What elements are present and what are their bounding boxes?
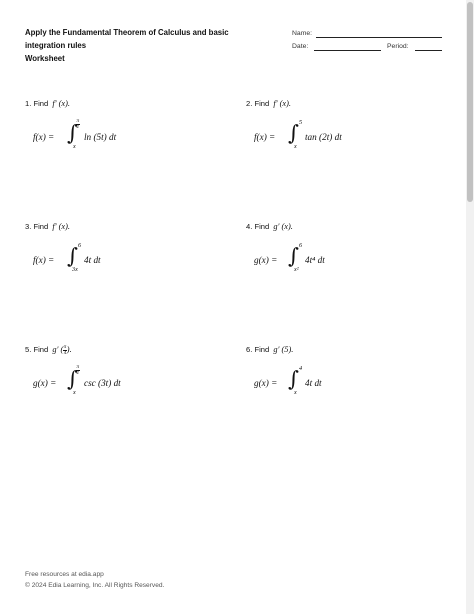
function-lhs: f(x) = <box>254 132 276 142</box>
worksheet-title: Apply the Fundamental Theorem of Calculu… <box>25 26 265 65</box>
date-label: Date: <box>292 43 309 50</box>
title-line-1: Apply the Fundamental Theorem of Calculu… <box>25 28 229 37</box>
problem-number: 4. <box>246 222 253 231</box>
upper-limit: 6 <box>78 242 82 249</box>
vertical-scrollbar[interactable] <box>466 0 474 614</box>
function-definition: g(x) = ∫ 6 x² 4t⁴ dt <box>254 242 446 279</box>
function-lhs: g(x) = <box>254 378 278 388</box>
footer-copyright-text: © 2024 Edia Learning, Inc. All Rights Re… <box>25 582 165 589</box>
integrand: ln (5t) dt <box>84 132 117 142</box>
integral-sign: ∫ <box>288 244 299 268</box>
problem-4: 4. Find g′ (x). g(x) = ∫ 6 x² 4t⁴ dt <box>246 221 446 279</box>
derivative-target: g′ (x). <box>273 222 293 231</box>
function-lhs: g(x) = <box>33 378 57 388</box>
integrand: 4t dt <box>305 378 322 388</box>
lower-limit: x <box>73 389 76 396</box>
lower-limit: x <box>294 143 297 150</box>
lower-limit: x² <box>294 266 299 273</box>
problem-prompt: 2. Find f′ (x). <box>246 98 446 110</box>
function-definition: g(x) = ∫ 4 x 4t dt <box>254 365 446 402</box>
derivative-target: g′ (π 4). <box>52 344 72 356</box>
function-definition: f(x) = ∫ 6 3x 4t dt <box>33 242 225 279</box>
problem-number: 3. <box>25 222 32 231</box>
upper-limit: π2 <box>76 365 80 376</box>
worksheet-subtitle: Worksheet <box>25 54 65 63</box>
worksheet-page: Apply the Fundamental Theorem of Calculu… <box>0 0 474 614</box>
title-line-2: integration rules <box>25 41 87 50</box>
integrand: csc (3t) dt <box>84 378 121 388</box>
problem-prompt: 5. Find g′ (π 4). <box>25 344 225 356</box>
derivative-target: f′ (x). <box>52 99 71 108</box>
name-field-line[interactable] <box>316 37 442 38</box>
function-lhs: f(x) = <box>33 132 55 142</box>
integrand: 4t dt <box>84 255 101 265</box>
name-label: Name: <box>292 30 313 37</box>
problem-number: 5. <box>25 345 32 354</box>
derivative-target: f′ (x). <box>273 99 292 108</box>
upper-limit: 5 <box>299 119 303 126</box>
function-definition: g(x) = ∫ π2 x csc (3t) dt <box>33 365 225 402</box>
derivative-target: g′ (5). <box>273 345 294 354</box>
problem-prompt: 1. Find f′ (x). <box>25 98 225 110</box>
scrollbar-thumb[interactable] <box>467 2 473 202</box>
find-word: Find <box>254 222 270 231</box>
find-word: Find <box>33 222 49 231</box>
find-word: Find <box>33 99 49 108</box>
upper-limit: 4 <box>299 365 303 372</box>
footer-resources-text: Free resources at edia.app <box>25 571 104 578</box>
lower-limit: x <box>294 389 297 396</box>
problem-1: 1. Find f′ (x). f(x) = ∫ π2 x ln (5t) dt <box>25 98 225 156</box>
upper-limit: 6 <box>299 242 303 249</box>
period-label: Period: <box>387 43 409 50</box>
problem-2: 2. Find f′ (x). f(x) = ∫ 5 x tan (2t) dt <box>246 98 446 156</box>
integral-sign: ∫ <box>67 244 78 268</box>
function-definition: f(x) = ∫ 5 x tan (2t) dt <box>254 119 446 156</box>
problem-prompt: 4. Find g′ (x). <box>246 221 446 233</box>
function-lhs: f(x) = <box>33 255 55 265</box>
date-field-line[interactable] <box>314 50 381 51</box>
integral-sign: ∫ <box>288 367 299 391</box>
find-word: Find <box>33 345 49 354</box>
function-definition: f(x) = ∫ π2 x ln (5t) dt <box>33 119 225 156</box>
lower-limit: x <box>73 143 76 150</box>
problem-3: 3. Find f′ (x). f(x) = ∫ 6 3x 4t dt <box>25 221 225 279</box>
integrand: 4t⁴ dt <box>305 255 325 265</box>
integral-sign: ∫ <box>288 121 299 145</box>
problem-number: 2. <box>246 99 253 108</box>
problem-number: 6. <box>246 345 253 354</box>
function-lhs: g(x) = <box>254 255 278 265</box>
find-word: Find <box>254 99 270 108</box>
problem-5: 5. Find g′ (π 4). g(x) = ∫ π2 x csc (3t) … <box>25 344 225 402</box>
find-word: Find <box>254 345 270 354</box>
page-footer: Free resources at edia.app © 2024 Edia L… <box>25 569 164 591</box>
problem-6: 6. Find g′ (5). g(x) = ∫ 4 x 4t dt <box>246 344 446 402</box>
problem-prompt: 3. Find f′ (x). <box>25 221 225 233</box>
derivative-target: f′ (x). <box>52 222 71 231</box>
problem-prompt: 6. Find g′ (5). <box>246 344 446 356</box>
upper-limit: π2 <box>76 119 80 130</box>
lower-limit: 3x <box>72 266 78 273</box>
integrand: tan (2t) dt <box>305 132 342 142</box>
period-field-line[interactable] <box>415 50 442 51</box>
problem-number: 1. <box>25 99 32 108</box>
